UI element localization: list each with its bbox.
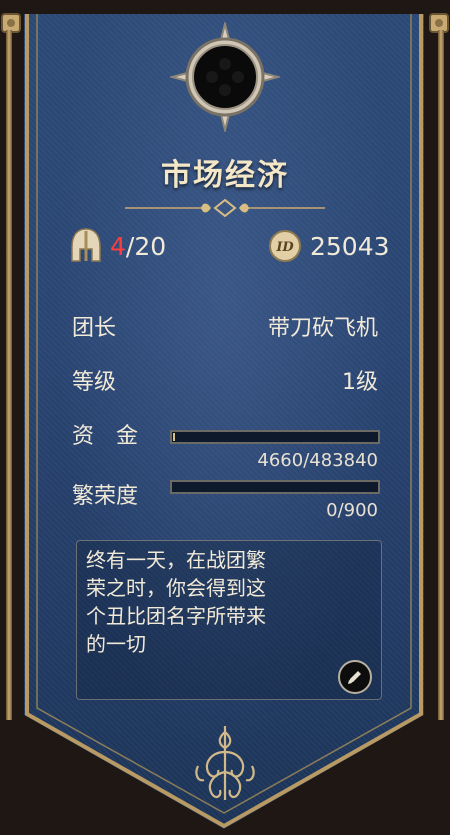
ornament-crest-icon — [195, 726, 255, 800]
id-badge-label: ID — [275, 240, 294, 255]
declaration-line: 的一切 — [86, 632, 146, 656]
guild-name: 市场经济 — [161, 158, 289, 193]
funds-progress-bar — [170, 430, 380, 444]
funds-value: 4660/483840 — [257, 450, 378, 471]
guild-id: ID 25043 — [268, 226, 390, 266]
banner-rod-right — [438, 30, 444, 720]
guild-declaration: 终有一天，在战团繁 荣之时，你会得到这 个丑比团名字所带来 的一切 — [86, 546, 366, 658]
prosperity-label: 繁荣度 — [72, 484, 139, 509]
members-max: /20 — [125, 231, 167, 261]
edit-declaration-button[interactable] — [338, 660, 372, 694]
member-count: 4/20 — [70, 226, 166, 266]
declaration-line: 个丑比团名字所带来 — [86, 604, 266, 628]
members-current: 4 — [110, 231, 126, 261]
leader-value: 带刀砍飞机 — [267, 316, 378, 341]
pencil-icon — [348, 671, 361, 684]
funds-progress-fill — [173, 433, 175, 441]
declaration-line: 终有一天，在战团繁 — [86, 548, 266, 572]
title-divider — [125, 198, 325, 218]
prosperity-value: 0/900 — [326, 500, 378, 521]
guild-emblem-icon[interactable] — [170, 22, 280, 132]
declaration-line: 荣之时，你会得到这 — [86, 576, 266, 600]
banner-rod-left — [6, 30, 12, 720]
prosperity-progress-bar — [170, 480, 380, 494]
guild-id-number: 25043 — [310, 231, 390, 261]
level-label: 等级 — [72, 370, 117, 395]
level-value: 1级 — [342, 370, 378, 395]
funds-label: 资 金 — [72, 424, 139, 449]
helmet-icon — [71, 228, 101, 262]
leader-label: 团长 — [72, 316, 117, 341]
id-badge-icon: ID — [269, 230, 301, 262]
